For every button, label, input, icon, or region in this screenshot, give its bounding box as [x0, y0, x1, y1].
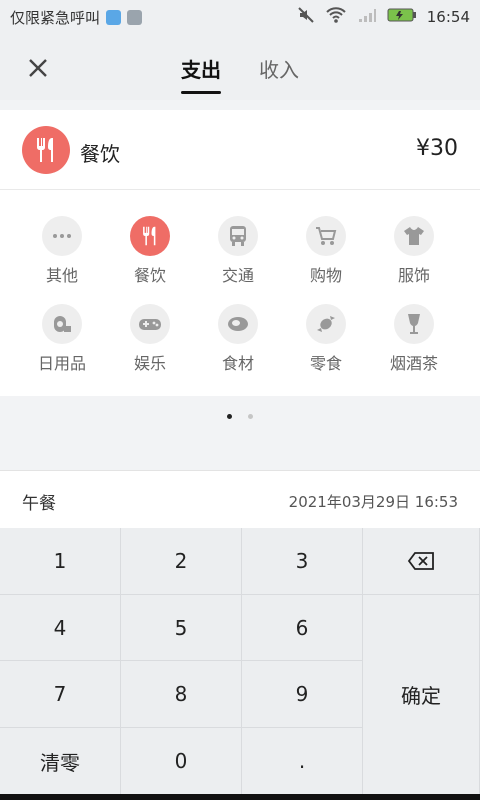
date-picker[interactable]: 2021年03月29日 16:53 [289, 491, 458, 512]
key-5[interactable]: 5 [121, 595, 242, 661]
header: 支出 收入 [0, 34, 480, 100]
image-icon [127, 9, 143, 25]
tab-expense-label: 支出 [181, 58, 221, 82]
category-label: 娱乐 [133, 354, 166, 373]
confirm-button[interactable]: 确定 [363, 595, 480, 794]
clear-button[interactable]: 清零 [0, 728, 121, 794]
page-dot [247, 414, 253, 419]
clock: 16:54 [426, 8, 470, 26]
numeric-keypad: 1 2 3 4 5 6 7 8 9 确定 清零 0 . [0, 528, 480, 794]
key-4[interactable]: 4 [0, 595, 121, 661]
note-row: 午餐 2021年03月29日 16:53 [0, 470, 480, 528]
selected-category-name: 餐饮 [80, 142, 120, 166]
wifi-icon [325, 6, 347, 28]
category-label: 烟酒茶 [389, 354, 438, 373]
backspace-button[interactable] [363, 528, 480, 595]
category-label: 日用品 [37, 354, 86, 373]
category-daily-goods[interactable]: 日用品 [18, 278, 106, 373]
amount-display: ¥30 [416, 136, 458, 161]
carrier-text: 仅限紧急呼叫 [10, 8, 101, 27]
key-2[interactable]: 2 [121, 528, 242, 595]
key-8[interactable]: 8 [121, 661, 242, 728]
signal-icon [357, 6, 377, 28]
cart-icon [306, 216, 346, 256]
fork-knife-icon [22, 126, 70, 174]
mute-icon [297, 6, 315, 28]
gamepad-icon [130, 304, 170, 344]
tab-income-label: 收入 [259, 58, 299, 82]
key-6[interactable]: 6 [242, 595, 363, 661]
page-dot-active [227, 414, 233, 419]
bus-icon [218, 216, 258, 256]
backspace-icon [407, 552, 434, 570]
category-entertainment[interactable]: 娱乐 [106, 278, 194, 373]
candy-icon [306, 304, 346, 344]
shirt-icon [394, 216, 434, 256]
page-indicator [0, 404, 480, 423]
tab-active-indicator [181, 91, 221, 94]
category-clothing[interactable]: 服饰 [370, 190, 458, 285]
usb-icon [106, 9, 122, 25]
battery-icon [387, 7, 417, 27]
category-label: 零食 [309, 354, 342, 373]
key-1[interactable]: 1 [0, 528, 121, 595]
tab-bar: 支出 收入 [0, 34, 480, 100]
tab-expense[interactable]: 支出 [181, 34, 221, 100]
status-bar: 仅限紧急呼叫 16:54 [0, 0, 480, 34]
tissue-roll-icon [42, 304, 82, 344]
key-decimal[interactable]: . [242, 728, 363, 794]
meat-icon [218, 304, 258, 344]
category-tobacco-alcohol-tea[interactable]: 烟酒茶 [370, 278, 458, 373]
category-label: 食材 [221, 354, 254, 373]
fork-knife-icon [130, 216, 170, 256]
key-3[interactable]: 3 [242, 528, 363, 595]
category-other[interactable]: 其他 [18, 190, 106, 285]
wine-glass-icon [394, 304, 434, 344]
more-icon [42, 216, 82, 256]
note-input[interactable]: 午餐 [22, 489, 56, 514]
category-snacks[interactable]: 零食 [282, 278, 370, 373]
selected-category-row: 餐饮 ¥30 [0, 110, 480, 190]
category-dining[interactable]: 餐饮 [106, 190, 194, 285]
category-transport[interactable]: 交通 [194, 190, 282, 285]
category-grid: 其他 餐饮 交通 购物 服饰 日用品 娱乐 食材 零食 烟酒茶 [0, 190, 480, 396]
navigation-bar [0, 794, 480, 800]
category-shopping[interactable]: 购物 [282, 190, 370, 285]
key-0[interactable]: 0 [121, 728, 242, 794]
category-ingredients[interactable]: 食材 [194, 278, 282, 373]
key-9[interactable]: 9 [242, 661, 363, 728]
tab-income[interactable]: 收入 [259, 34, 299, 100]
key-7[interactable]: 7 [0, 661, 121, 728]
